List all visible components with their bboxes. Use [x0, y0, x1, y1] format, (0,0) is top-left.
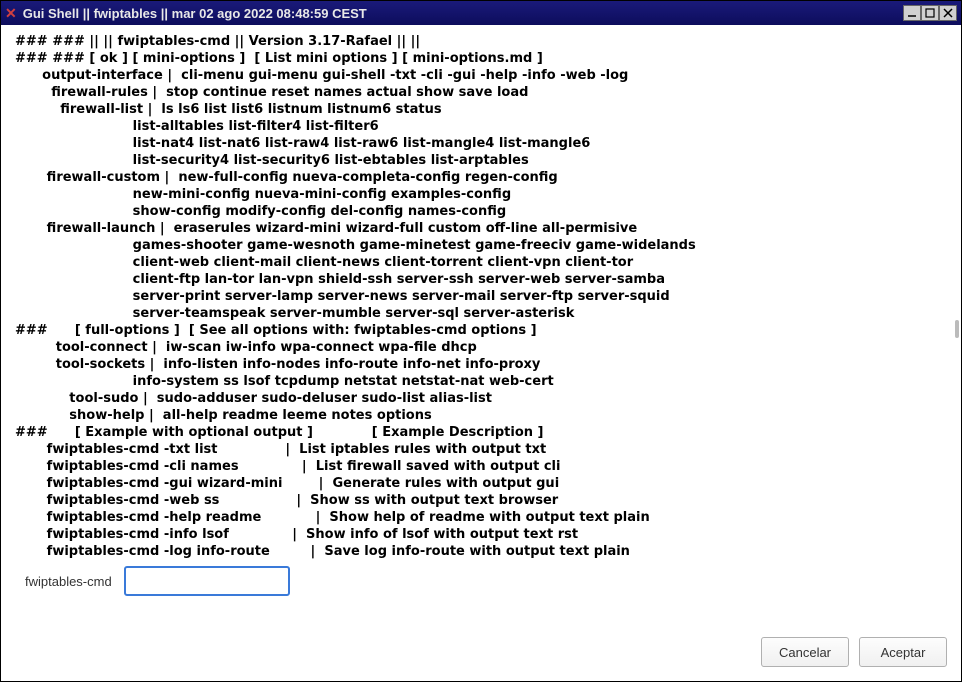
input-row: fwiptables-cmd [1, 566, 961, 612]
titlebar: ✕ Gui Shell || fwiptables || mar 02 ago … [1, 1, 961, 25]
command-input[interactable] [124, 566, 290, 596]
window-controls [903, 5, 957, 21]
content-area: ### ### || || fwiptables-cmd || Version … [1, 25, 961, 626]
minimize-button[interactable] [903, 5, 921, 21]
scrollbar-thumb[interactable] [955, 320, 959, 338]
close-button[interactable] [939, 5, 957, 21]
maximize-button[interactable] [921, 5, 939, 21]
input-label: fwiptables-cmd [25, 574, 112, 589]
window-title: Gui Shell || fwiptables || mar 02 ago 20… [23, 6, 903, 21]
output-text: ### ### || || fwiptables-cmd || Version … [1, 33, 961, 560]
close-icon[interactable]: ✕ [5, 5, 17, 22]
button-row: Cancelar Aceptar [1, 626, 961, 681]
accept-button[interactable]: Aceptar [859, 637, 947, 667]
app-window: ✕ Gui Shell || fwiptables || mar 02 ago … [0, 0, 962, 682]
cancel-button[interactable]: Cancelar [761, 637, 849, 667]
